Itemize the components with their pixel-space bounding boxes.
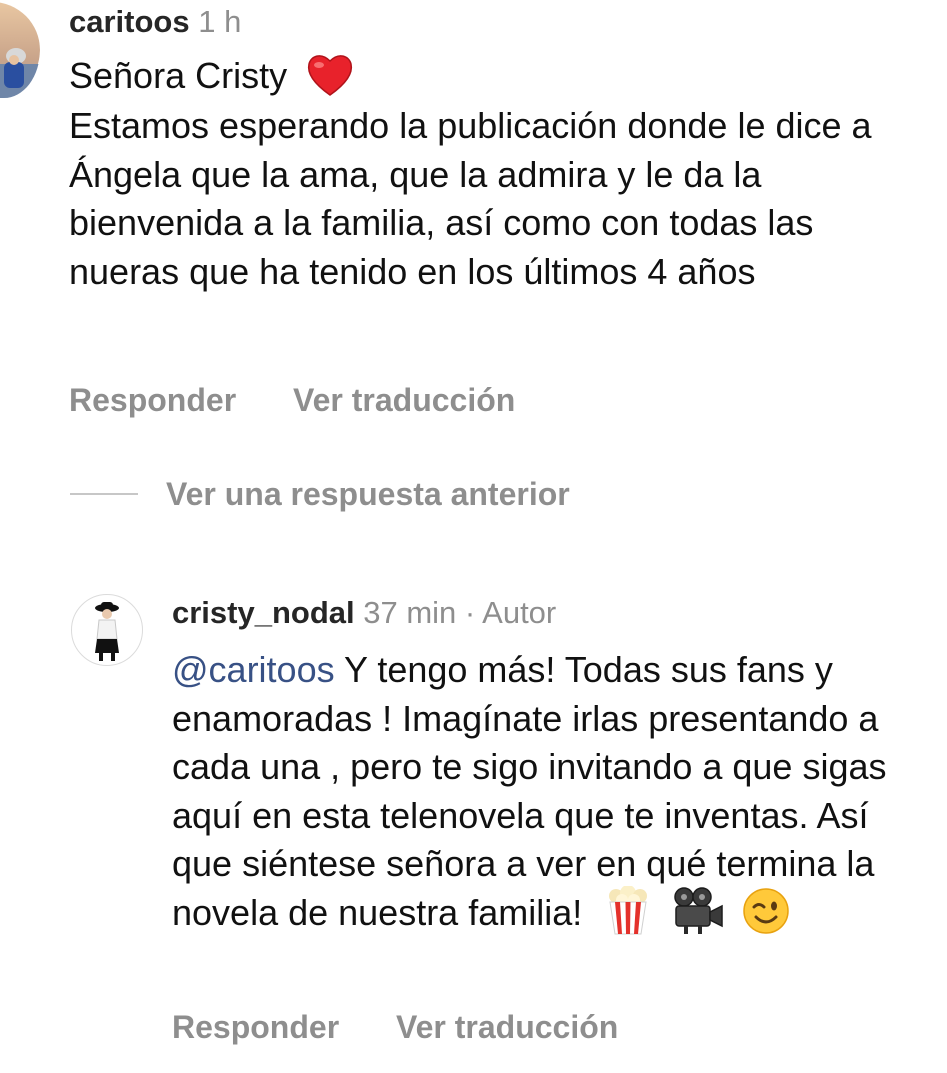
separator: · — [464, 595, 476, 630]
comment-greeting: Señora Cristy — [69, 52, 929, 102]
greeting-text: Señora Cristy — [69, 55, 288, 96]
winking-face-emoji-icon — [742, 887, 790, 935]
reply-actions: Responder Ver traducción — [172, 1009, 618, 1046]
comment-paragraph: Estamos esperando la publicación donde l… — [69, 105, 872, 292]
reply-body: @caritoos Y tengo más! Todas sus fans y … — [172, 646, 912, 940]
comment-actions: Responder Ver traducción — [69, 382, 515, 419]
view-previous-reply-label: Ver una respuesta anterior — [166, 475, 570, 512]
timestamp: 37 min — [363, 595, 457, 630]
reply-button[interactable]: Responder — [172, 1009, 339, 1045]
mention-link[interactable]: @caritoos — [172, 649, 335, 690]
avatar-caritoos[interactable] — [0, 2, 40, 98]
author-badge: Autor — [482, 595, 557, 630]
profile-photo-icon — [0, 2, 40, 98]
reply-paragraph: @caritoos Y tengo más! Todas sus fans y … — [172, 646, 912, 940]
username[interactable]: caritoos — [69, 4, 190, 39]
heart-emoji-icon — [305, 51, 355, 99]
translate-button[interactable]: Ver traducción — [396, 1009, 618, 1045]
reply-button[interactable]: Responder — [69, 382, 236, 418]
view-previous-reply-button[interactable]: Ver una respuesta anterior — [70, 472, 570, 516]
comment-body: Señora Cristy Estamos esperando la publi… — [69, 52, 929, 296]
username[interactable]: cristy_nodal — [172, 595, 355, 630]
translate-button[interactable]: Ver traducción — [293, 382, 515, 418]
reply-meta: cristy_nodal 37 min · Autor — [172, 593, 556, 633]
avatar-cristy-nodal[interactable] — [71, 594, 143, 666]
replies-divider — [70, 493, 138, 495]
comment-meta: caritoos 1 h — [69, 2, 241, 42]
timestamp: 1 h — [198, 4, 242, 39]
popcorn-emoji-icon — [606, 884, 650, 936]
profile-photo-icon — [95, 602, 119, 661]
movie-camera-emoji-icon — [670, 886, 724, 936]
